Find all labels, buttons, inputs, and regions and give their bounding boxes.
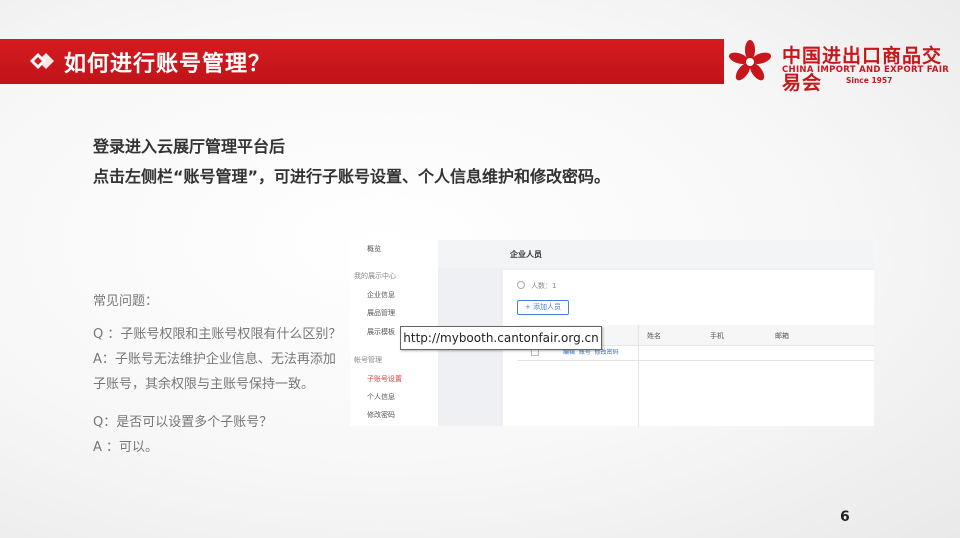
sidebar-item-change-password[interactable]: 修改密码	[367, 410, 395, 420]
logo-since-text: Since 1957	[846, 76, 893, 85]
url-tooltip: http://mybooth.cantonfair.org.cn	[400, 326, 602, 350]
column-header-phone: 手机	[710, 332, 724, 340]
canton-fair-logo: 中国进出口商品交易会 CHINA IMPORT AND EXPORT FAIR …	[722, 39, 960, 94]
faq-answer-1-line-1: A：子账号无法维护企业信息、无法再添加	[93, 352, 336, 367]
logo-english-text: CHINA IMPORT AND EXPORT FAIR	[782, 65, 950, 75]
faq-answer-2: A ：可以。	[93, 440, 159, 455]
sidebar-item-display-template[interactable]: 展示模板	[367, 327, 395, 337]
sidebar-item-overview[interactable]: 概览	[367, 244, 381, 254]
column-header-email: 邮箱	[775, 332, 789, 340]
faq-heading: 常见问题：	[93, 294, 159, 309]
flower-logo-icon	[728, 40, 772, 81]
sidebar-item-product-mgmt[interactable]: 展品管理	[367, 308, 395, 318]
sidebar-section-account-mgmt: 帐号管理	[354, 356, 382, 364]
add-person-button[interactable]: + 添加人员	[517, 300, 569, 315]
faq-question-1: Q ：子账号权限和主账号权限有什么区别？	[93, 327, 342, 342]
platform-main-header: 企业人员	[438, 240, 874, 268]
main-title: 企业人员	[510, 250, 542, 259]
intro-line-2: 点击左侧栏“账号管理”，可进行子账号设置、个人信息维护和修改密码。	[93, 167, 611, 186]
faq-section: 常见问题： Q ：子账号权限和主账号权限有什么区别？ A：子账号无法维护企业信息…	[93, 289, 341, 460]
sidebar-item-personal-info[interactable]: 个人信息	[367, 392, 395, 402]
table-column-divider	[638, 325, 639, 426]
diamond-bullet-icon	[30, 53, 54, 69]
intro-line-1: 登录进入云展厅管理平台后	[93, 137, 286, 156]
page-title: 如何进行账号管理？	[64, 52, 272, 77]
intro-text: 登录进入云展厅管理平台后 点击左侧栏“账号管理”，可进行子账号设置、个人信息维护…	[93, 132, 610, 192]
people-count: 人数：1	[531, 282, 557, 290]
title-banner: 如何进行账号管理？	[0, 39, 724, 84]
sidebar-item-sub-account[interactable]: 子账号设置	[367, 374, 402, 384]
page-number: 6	[840, 509, 850, 525]
sidebar-section-my-center: 我的展示中心	[354, 272, 396, 280]
table-row-divider	[517, 360, 874, 361]
sidebar-item-company-info[interactable]: 企业信息	[367, 290, 395, 300]
faq-answer-1-line-2: 子账号，其余权限与主账号保持一致。	[93, 377, 315, 392]
column-header-name: 姓名	[647, 332, 661, 340]
faq-question-2: Q：是否可以设置多个子账号？	[93, 415, 273, 430]
user-icon	[517, 281, 525, 289]
